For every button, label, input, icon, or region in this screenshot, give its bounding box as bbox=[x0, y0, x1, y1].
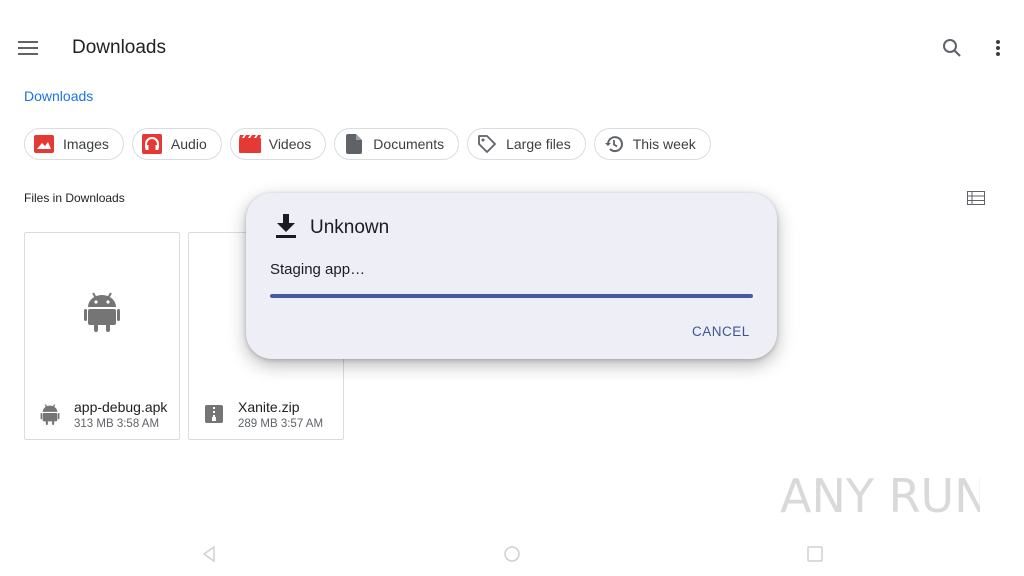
section-header: Files in Downloads bbox=[24, 191, 125, 205]
chip-label: Documents bbox=[373, 136, 445, 152]
tag-icon bbox=[476, 133, 498, 155]
breadcrumb[interactable]: Downloads bbox=[24, 88, 93, 104]
progress-fill bbox=[270, 294, 753, 298]
chip-large-files[interactable]: Large files bbox=[467, 128, 586, 160]
chip-label: Images bbox=[63, 136, 109, 152]
history-icon bbox=[603, 133, 625, 155]
file-name: app-debug.apk bbox=[74, 399, 168, 415]
file-name: Xanite.zip bbox=[238, 399, 300, 415]
chip-label: Large files bbox=[506, 136, 571, 152]
android-icon bbox=[25, 233, 179, 389]
file-info: 289 MB 3:57 AM bbox=[238, 418, 324, 430]
more-options-icon[interactable] bbox=[984, 34, 1012, 62]
recents-icon[interactable] bbox=[806, 545, 824, 568]
app-bar: Downloads bbox=[0, 0, 1024, 96]
watermark-text: ANY RUN bbox=[780, 469, 980, 523]
zip-icon bbox=[203, 403, 225, 425]
file-info: 313 MB 3:58 AM bbox=[74, 418, 160, 430]
watermark: ANY RUN bbox=[780, 462, 980, 526]
download-icon bbox=[274, 213, 298, 239]
movie-icon bbox=[238, 133, 261, 155]
chip-label: Videos bbox=[268, 136, 312, 152]
chip-label: This week bbox=[632, 136, 696, 152]
chip-this-week[interactable]: This week bbox=[593, 128, 711, 160]
headphones-icon bbox=[141, 133, 163, 155]
progress-bar bbox=[270, 294, 753, 298]
progress-dialog: Unknown Staging app… CANCEL bbox=[246, 193, 777, 359]
chip-label: Audio bbox=[170, 136, 207, 152]
chip-documents[interactable]: Documents bbox=[334, 128, 460, 160]
filter-chips: Images Audio Videos Documents Large file… bbox=[24, 128, 711, 160]
file-card[interactable]: app-debug.apk 313 MB 3:58 AM bbox=[24, 232, 180, 440]
chip-audio[interactable]: Audio bbox=[131, 128, 222, 160]
system-nav-bar bbox=[0, 540, 1024, 576]
list-view-icon[interactable] bbox=[964, 187, 988, 209]
android-icon bbox=[39, 403, 61, 425]
chip-images[interactable]: Images bbox=[24, 128, 124, 160]
chip-videos[interactable]: Videos bbox=[229, 128, 327, 160]
search-icon[interactable] bbox=[938, 34, 966, 62]
document-icon bbox=[343, 133, 365, 155]
image-icon bbox=[33, 133, 55, 155]
back-icon[interactable] bbox=[200, 545, 218, 568]
dialog-message: Staging app… bbox=[270, 261, 366, 278]
menu-icon[interactable] bbox=[14, 34, 42, 62]
cancel-button[interactable]: CANCEL bbox=[692, 324, 750, 339]
page-title: Downloads bbox=[72, 37, 166, 58]
home-icon[interactable] bbox=[503, 545, 521, 568]
dialog-title: Unknown bbox=[310, 217, 390, 238]
